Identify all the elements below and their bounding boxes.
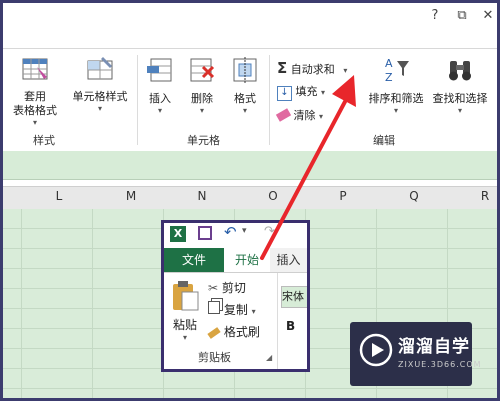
watermark-url: ZIXUE.3D66.COM bbox=[398, 360, 482, 369]
play-logo-icon bbox=[359, 333, 393, 367]
watermark-title: 溜溜自学 bbox=[398, 337, 470, 357]
watermark: 溜溜自学 ZIXUE.3D66.COM bbox=[350, 322, 481, 386]
